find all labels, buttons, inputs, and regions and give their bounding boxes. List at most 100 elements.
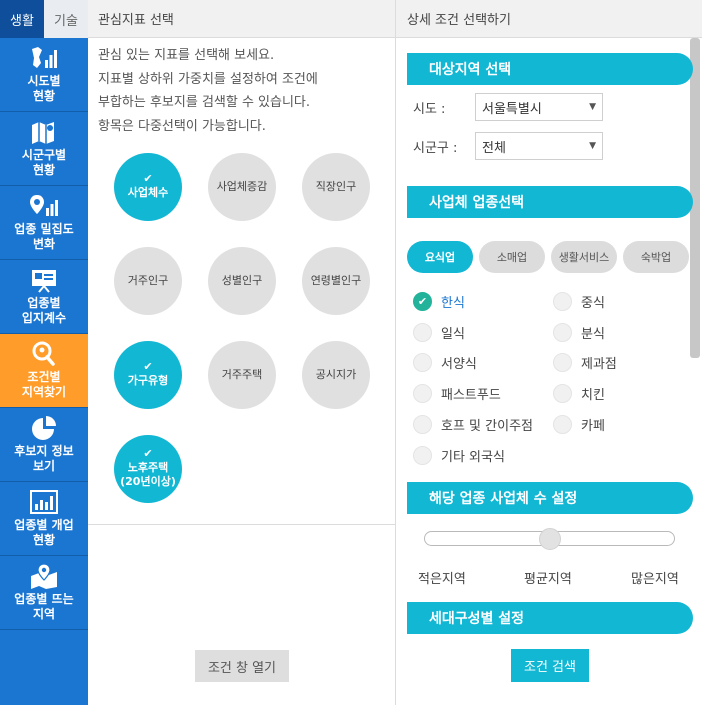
nav-item-density-change[interactable]: 업종 밀집도 변화	[0, 186, 88, 260]
indicator-age-pop[interactable]: 연령별인구	[302, 247, 370, 315]
check-icon: ✔	[413, 292, 432, 311]
industry-tab-living-service[interactable]: 생활서비스	[551, 241, 617, 273]
tab-tech[interactable]: 기술	[44, 0, 88, 38]
count-section-header: 해당 업종 사업체 수 설정	[407, 482, 693, 514]
indicator-label: 거주인구	[127, 274, 169, 287]
indicator-old-housing[interactable]: ✔ 노후주택 (20년이상)	[114, 435, 182, 503]
option-chinese[interactable]: 중식	[553, 292, 605, 311]
option-label: 치킨	[581, 388, 605, 403]
option-label: 기타 외국식	[441, 450, 505, 465]
open-conditions-button[interactable]: 조건 창 열기	[195, 650, 289, 682]
option-label: 일식	[441, 327, 465, 342]
slider-handle[interactable]	[538, 528, 561, 550]
detail-panel-title: 상세 조건 선택하기	[396, 0, 702, 38]
sigungu-select[interactable]: 전체 ▼	[475, 132, 603, 160]
nav-label: 업종별 개업 현황	[14, 518, 74, 547]
map-pin-icon	[29, 563, 59, 589]
chevron-down-icon: ▼	[589, 102, 596, 112]
nav-label: 후보지 정보 보기	[14, 444, 74, 473]
indicator-label: 가구유형	[127, 374, 169, 387]
industry-tab-lodging[interactable]: 숙박업	[623, 241, 689, 273]
check-icon: ✔	[143, 447, 153, 460]
sigungu-row: 시군구 : 전체 ▼	[413, 132, 603, 160]
industry-tabs: 요식업 소매업 생활서비스 숙박업	[407, 241, 689, 273]
indicator-worker-pop[interactable]: 직장인구	[302, 153, 370, 221]
indicator-housing[interactable]: 거주주택	[208, 341, 276, 409]
industry-tab-restaurant[interactable]: 요식업	[407, 241, 473, 273]
presentation-board-icon	[29, 267, 59, 293]
industry-section-header: 사업체 업종선택	[407, 186, 693, 218]
option-bakery[interactable]: 제과점	[553, 353, 617, 372]
top-tabs: 생활 기술	[0, 0, 88, 38]
indicator-resident-pop[interactable]: 거주인구	[114, 247, 182, 315]
option-label: 중식	[581, 296, 605, 311]
map-search-icon	[29, 341, 59, 367]
indicator-label: 노후주택 (20년이상)	[120, 461, 176, 488]
radio-icon	[553, 353, 572, 372]
option-western[interactable]: 서양식	[413, 353, 477, 372]
location-chart-icon	[29, 193, 59, 219]
condition-search-button[interactable]: 조건 검색	[511, 649, 589, 682]
option-other-foreign[interactable]: 기타 외국식	[413, 446, 505, 465]
indicator-panel: 관심지표 선택 관심 있는 지표를 선택해 보세요. 지표별 상하위 가중치를 …	[88, 0, 396, 705]
nav-item-sigungu-stats[interactable]: 시군구별 현황	[0, 112, 88, 186]
industry-tab-retail[interactable]: 소매업	[479, 241, 545, 273]
indicator-label: 직장인구	[315, 180, 357, 193]
radio-icon	[553, 292, 572, 311]
indicator-label: 성별인구	[221, 274, 263, 287]
household-section-header: 세대구성별 설정	[407, 602, 693, 634]
sigungu-value: 전체	[482, 140, 506, 156]
option-korean[interactable]: ✔ 한식	[413, 292, 465, 311]
option-label: 호프 및 간이주점	[441, 419, 533, 434]
radio-icon	[413, 323, 432, 342]
option-label: 한식	[441, 296, 465, 311]
option-snack[interactable]: 분식	[553, 323, 605, 342]
option-label: 패스트푸드	[441, 388, 501, 403]
nav-item-rising-regions[interactable]: 업종별 뜨는 지역	[0, 556, 88, 630]
indicator-label: 사업체수	[127, 186, 169, 199]
option-cafe[interactable]: 카페	[553, 415, 605, 434]
check-icon: ✔	[143, 172, 153, 185]
divider	[88, 524, 396, 525]
slider-label-high: 많은지역	[631, 572, 679, 587]
sidebar: 생활 기술 시도별 현황 시군구별 현황 업종 밀집도 변화 업종별 입지계수	[0, 0, 88, 705]
indicator-business-count[interactable]: ✔ 사업체수	[114, 153, 182, 221]
nav-item-sido-stats[interactable]: 시도별 현황	[0, 38, 88, 112]
indicator-household-type[interactable]: ✔ 가구유형	[114, 341, 182, 409]
nav-menu: 시도별 현황 시군구별 현황 업종 밀집도 변화 업종별 입지계수 조건별 지역…	[0, 38, 88, 630]
nav-item-candidate-info[interactable]: 후보지 정보 보기	[0, 408, 88, 482]
option-label: 카페	[581, 419, 605, 434]
radio-icon	[553, 384, 572, 403]
nav-item-condition-search[interactable]: 조건별 지역찾기	[0, 334, 88, 408]
nav-label: 시군구별 현황	[21, 148, 67, 177]
indicator-label: 연령별인구	[310, 274, 362, 287]
option-chicken[interactable]: 치킨	[553, 384, 605, 403]
indicator-panel-title: 관심지표 선택	[88, 0, 395, 38]
nav-item-opening-stats[interactable]: 업종별 개업 현황	[0, 482, 88, 556]
indicator-gender-pop[interactable]: 성별인구	[208, 247, 276, 315]
chevron-down-icon: ▼	[589, 141, 596, 151]
radio-icon	[413, 446, 432, 465]
sido-select[interactable]: 서울특별시 ▼	[475, 93, 603, 121]
indicator-land-price[interactable]: 공시지가	[302, 341, 370, 409]
option-japanese[interactable]: 일식	[413, 323, 465, 342]
option-pub[interactable]: 호프 및 간이주점	[413, 415, 533, 434]
bar-chart-icon	[29, 489, 59, 515]
nav-label: 조건별 지역찾기	[21, 370, 67, 399]
nav-item-location-quotient[interactable]: 업종별 입지계수	[0, 260, 88, 334]
slider-label-low: 적은지역	[418, 572, 466, 587]
tab-life[interactable]: 생활	[0, 0, 44, 38]
indicator-label: 공시지가	[315, 368, 357, 381]
sido-row: 시도 : 서울특별시 ▼	[413, 93, 603, 121]
option-fastfood[interactable]: 패스트푸드	[413, 384, 501, 403]
indicator-business-change[interactable]: 사업체증감	[208, 153, 276, 221]
option-label: 제과점	[581, 357, 617, 372]
nav-label: 업종별 입지계수	[21, 296, 67, 325]
option-label: 분식	[581, 327, 605, 342]
slider-label-mid: 평균지역	[524, 572, 572, 587]
option-label: 서양식	[441, 357, 477, 372]
indicator-description: 관심 있는 지표를 선택해 보세요. 지표별 상하위 가중치를 설정하여 조건에…	[98, 48, 318, 134]
indicator-label: 거주주택	[221, 368, 263, 381]
radio-icon	[413, 353, 432, 372]
map-icon	[29, 119, 59, 145]
